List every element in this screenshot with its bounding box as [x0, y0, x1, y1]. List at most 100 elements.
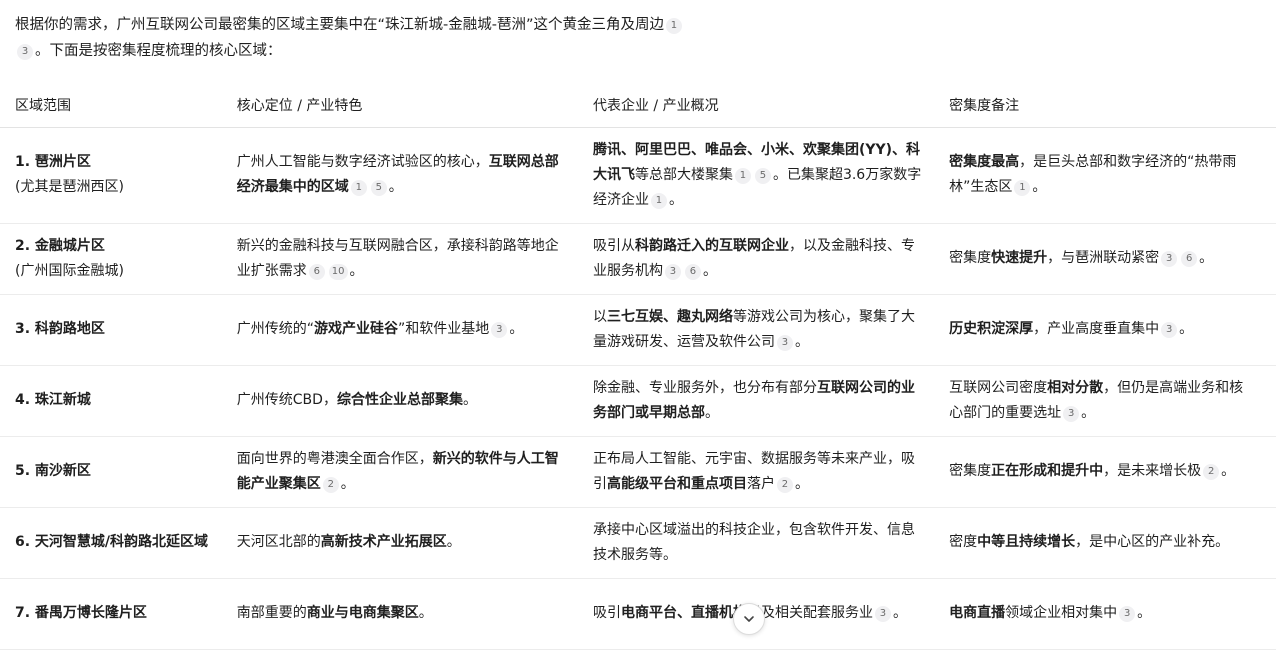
bold-text: 密集度最高 — [949, 154, 1020, 170]
citation-badge[interactable]: 3 — [1161, 251, 1178, 267]
cell-text: 密集度 — [949, 463, 992, 479]
region-cell: 7. 番禺万博长隆片区 — [0, 578, 237, 650]
bold-text: 综合性企业总部聚集 — [336, 392, 463, 408]
region-title: 6. 天河智慧城/科韵路北延区域 — [15, 534, 209, 550]
bold-text: 正在形成和提升中 — [991, 463, 1104, 479]
cell-text: 以 — [592, 308, 607, 325]
cell-text: 。 — [1032, 179, 1047, 195]
table-row: 4. 珠江新城 广州传统CBD，综合性企业总部聚集。 除金融、专业服务外，也分布有部… — [0, 365, 1276, 437]
column-header: 区域范围 — [0, 84, 237, 128]
density-cell: 密集度快速提升，与琶洲联动紧密 3 6。 — [949, 223, 1276, 295]
cell-text: 。 — [509, 321, 524, 337]
citation-badge[interactable]: 1 — [734, 167, 751, 184]
scroll-down-button[interactable] — [733, 603, 765, 635]
bold-text: 科韵路迁入的互联网企业 — [634, 237, 789, 254]
cell-text: 。 — [462, 392, 477, 408]
table-row: 1. 琶洲片区 (尤其是琶洲西区) 广州人工智能与数字经济试验区的核心，互联网总部经… — [0, 127, 1276, 224]
region-title: 2. 金融城片区 — [15, 237, 105, 254]
companies-cell: 腾讯、阿里巴巴、唯品会、小米、欢聚集团(YY)、科大讯飞等总部大楼聚集 1 5 。已集… — [592, 127, 950, 224]
cell-text: 落户 — [746, 475, 775, 492]
positioning-cell: 广州人工智能与数字经济试验区的核心，互联网总部经济最集中的区域 1 5。 — [236, 127, 593, 224]
cell-text: 。 — [1179, 321, 1194, 337]
companies-cell: 以三七互娱、趣丸网络等游戏公司为核心，聚集了大量游戏研发、运营及软件公司 3。 — [592, 294, 950, 366]
cell-text: 除金融、专业服务外，也分布有部分 — [592, 379, 817, 396]
citation-badge[interactable]: 10 — [328, 263, 348, 280]
cell-text: 互联网公司密度 — [949, 379, 1048, 396]
cell-text: 。 — [1081, 404, 1096, 421]
region-cell: 1. 琶洲片区 (尤其是琶洲西区) — [0, 127, 237, 224]
citation-badge[interactable]: 6 — [684, 263, 701, 280]
bold-text: 历史积淀深厚 — [949, 321, 1034, 337]
citation-badge[interactable]: 2 — [776, 476, 793, 493]
citation-badge[interactable]: 3 — [17, 44, 33, 60]
citation-badge[interactable]: 2 — [1203, 464, 1220, 480]
region-cell: 5. 南沙新区 — [0, 436, 237, 508]
bold-text: 游戏产业硅谷 — [314, 321, 399, 337]
cell-text: 承接中心区域溢出的科技企业，包含软件开发、信息技术服务等。 — [592, 521, 915, 563]
cell-text: 密度 — [949, 534, 978, 550]
region-cell: 3. 科韵路地区 — [0, 294, 237, 366]
cell-text: ，产业高度垂直集中 — [1033, 321, 1160, 337]
region-cell: 2. 金融城片区 (广州国际金融城) — [0, 223, 237, 295]
density-cell: 密集度正在形成和提升中，是未来增长极 2。 — [949, 436, 1276, 508]
table-row: 3. 科韵路地区 广州传统的“游戏产业硅谷”和软件业基地 3。以三七互娱、趣丸网络等… — [0, 294, 1276, 366]
citation-badge[interactable]: 1 — [1014, 180, 1031, 196]
citation-badge[interactable]: 3 — [491, 322, 508, 338]
cell-text: 。 — [349, 262, 364, 279]
density-cell: 密集度最高，是巨头总部和数字经济的“热带雨林”生态区 1。 — [949, 127, 1276, 224]
citation-badge[interactable]: 5 — [370, 180, 387, 196]
cell-text: 等总部大楼聚集 — [634, 166, 733, 183]
region-title: 3. 科韵路地区 — [15, 321, 105, 337]
density-cell: 互联网公司密度相对分散，但仍是高端业务和核心部门的重要选址 3。 — [949, 365, 1276, 437]
citation-badge[interactable]: 1 — [665, 18, 682, 34]
companies-cell: 吸引从科韵路迁入的互联网企业，以及金融科技、专业服务机构 3 6。 — [592, 223, 950, 295]
cell-text: 。 — [418, 605, 433, 621]
cell-text: 。 — [388, 179, 403, 195]
citation-badge[interactable]: 1 — [650, 192, 667, 209]
region-subtitle: (尤其是琶洲西区) — [15, 179, 124, 195]
cell-text: ，是未来增长极 — [1103, 463, 1202, 479]
chevron-down-icon — [744, 616, 754, 622]
positioning-cell: 面向世界的粤港澳全面合作区，新兴的软件与人工智能产业聚集区 2。 — [236, 436, 593, 508]
region-title: 7. 番禺万博长隆片区 — [15, 605, 147, 621]
citation-badge[interactable]: 6 — [1181, 251, 1198, 267]
table-row: 2. 金融城片区 (广州国际金融城) 新兴的金融科技与互联网融合区，承接科韵路等地企… — [0, 223, 1276, 295]
bold-text: 商业与电商集聚区 — [306, 605, 419, 621]
citation-badge[interactable]: 5 — [754, 167, 771, 184]
citation-badge[interactable]: 3 — [1161, 322, 1178, 338]
column-header: 核心定位 / 产业特色 — [236, 84, 593, 128]
cell-text: 吸引从 — [592, 237, 635, 254]
citation-badge[interactable]: 3 — [1063, 405, 1080, 422]
region-cell: 4. 珠江新城 — [0, 365, 237, 437]
region-title: 4. 珠江新城 — [15, 392, 91, 408]
positioning-cell: 新兴的金融科技与互联网融合区，承接科韵路等地企业扩张需求 6 10。 — [236, 223, 593, 295]
citation-badge[interactable]: 6 — [308, 263, 325, 280]
table-row: 5. 南沙新区 面向世界的粤港澳全面合作区，新兴的软件与人工智能产业聚集区 2。正布… — [0, 436, 1276, 508]
region-title: 5. 南沙新区 — [15, 463, 91, 479]
bold-text: 高能级平台和重点项目 — [606, 475, 747, 492]
region-cell: 6. 天河智慧城/科韵路北延区域 — [0, 507, 237, 579]
bold-text: 中等且持续增长 — [977, 534, 1076, 550]
citation-badge[interactable]: 3 — [874, 606, 891, 622]
density-cell: 密度中等且持续增长，是中心区的产业补充。 — [949, 507, 1276, 579]
cell-text: 密集度 — [949, 250, 992, 266]
bold-text: 电商平台、直播机构 — [620, 605, 747, 621]
table-row: 7. 番禺万博长隆片区 南部重要的商业与电商集聚区。 吸引电商平台、直播机构以及相关… — [0, 578, 1276, 650]
bold-text: 电商直播 — [949, 605, 1006, 621]
column-header: 代表企业 / 产业概况 — [592, 84, 950, 128]
citation-badge[interactable]: 2 — [322, 476, 339, 493]
cell-text: 南部重要的 — [236, 605, 307, 621]
citation-badge[interactable]: 3 — [1119, 606, 1136, 622]
cell-text: 。 — [704, 404, 719, 421]
cell-text: 吸引 — [592, 605, 621, 621]
cell-text: 。 — [794, 333, 809, 350]
cell-text: 。 — [668, 191, 683, 208]
citation-badge[interactable]: 3 — [776, 334, 793, 351]
density-cell: 历史积淀深厚，产业高度垂直集中 3。 — [949, 294, 1276, 366]
regions-table: 区域范围 核心定位 / 产业特色 代表企业 / 产业概况 密集度备注 1. 琶洲… — [0, 84, 1276, 650]
citation-badge[interactable]: 1 — [350, 180, 367, 196]
cell-text: 。 — [1199, 250, 1214, 266]
column-header: 密集度备注 — [949, 84, 1276, 128]
cell-text: 天河区北部的 — [236, 534, 321, 550]
citation-badge[interactable]: 3 — [664, 263, 681, 280]
